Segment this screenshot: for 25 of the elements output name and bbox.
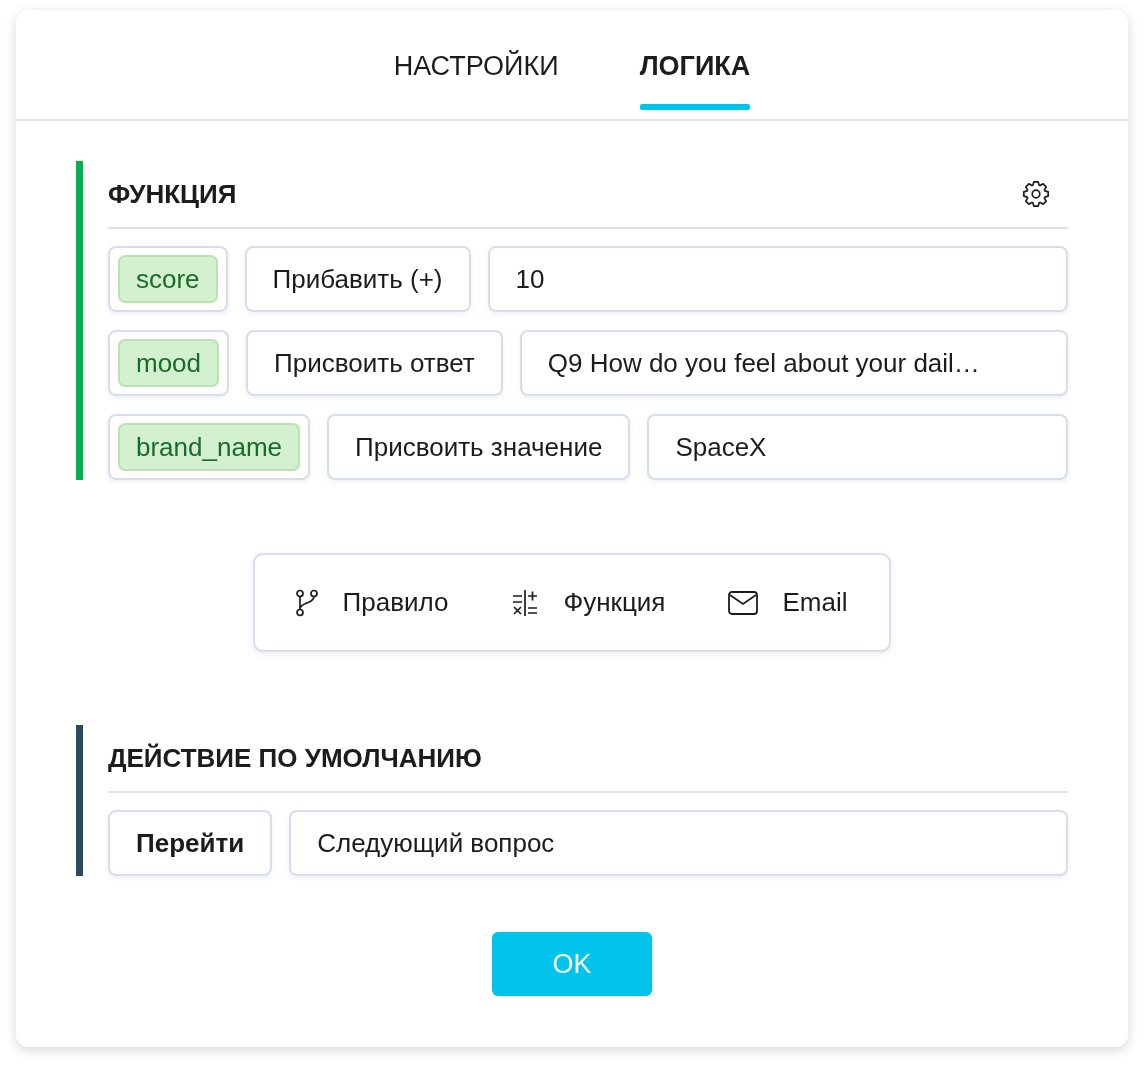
calculator-icon bbox=[511, 588, 540, 617]
value-field[interactable]: 10 bbox=[487, 246, 1068, 312]
variable-tag: mood bbox=[118, 339, 220, 387]
branch-icon bbox=[294, 588, 319, 617]
rule-button[interactable]: Правило bbox=[294, 583, 449, 622]
settings-icon[interactable] bbox=[1022, 180, 1050, 208]
variable-slot[interactable]: score bbox=[108, 246, 228, 312]
value-field[interactable]: SpaceX bbox=[647, 414, 1068, 480]
tab[interactable]: НАСТРОЙКИ bbox=[393, 10, 559, 119]
operation-dropdown[interactable]: Присвоить ответ bbox=[246, 330, 503, 396]
variable-tag: brand_name bbox=[118, 423, 300, 471]
email-button[interactable]: Email bbox=[728, 583, 848, 622]
tab[interactable]: ЛОГИКА bbox=[639, 10, 751, 119]
section-title: ДЕЙСТВИЕ ПО УМОЛЧАНИЮ bbox=[108, 742, 482, 775]
operation-dropdown[interactable]: Прибавить (+) bbox=[244, 246, 471, 312]
function-button[interactable]: Функция bbox=[511, 583, 666, 622]
envelope-icon bbox=[728, 590, 759, 615]
value-field[interactable]: Q9 How do you feel about your dail… bbox=[519, 330, 1068, 396]
variable-slot[interactable]: brand_name bbox=[108, 414, 310, 480]
variable-slot[interactable]: mood bbox=[108, 330, 230, 396]
action-dropdown[interactable]: Перейти bbox=[108, 810, 273, 876]
section-title: ФУНКЦИЯ bbox=[108, 178, 237, 211]
target-dropdown[interactable]: Следующий вопрос bbox=[289, 810, 1068, 876]
variable-tag: score bbox=[118, 255, 218, 303]
operation-dropdown[interactable]: Присвоить значение bbox=[327, 414, 631, 480]
